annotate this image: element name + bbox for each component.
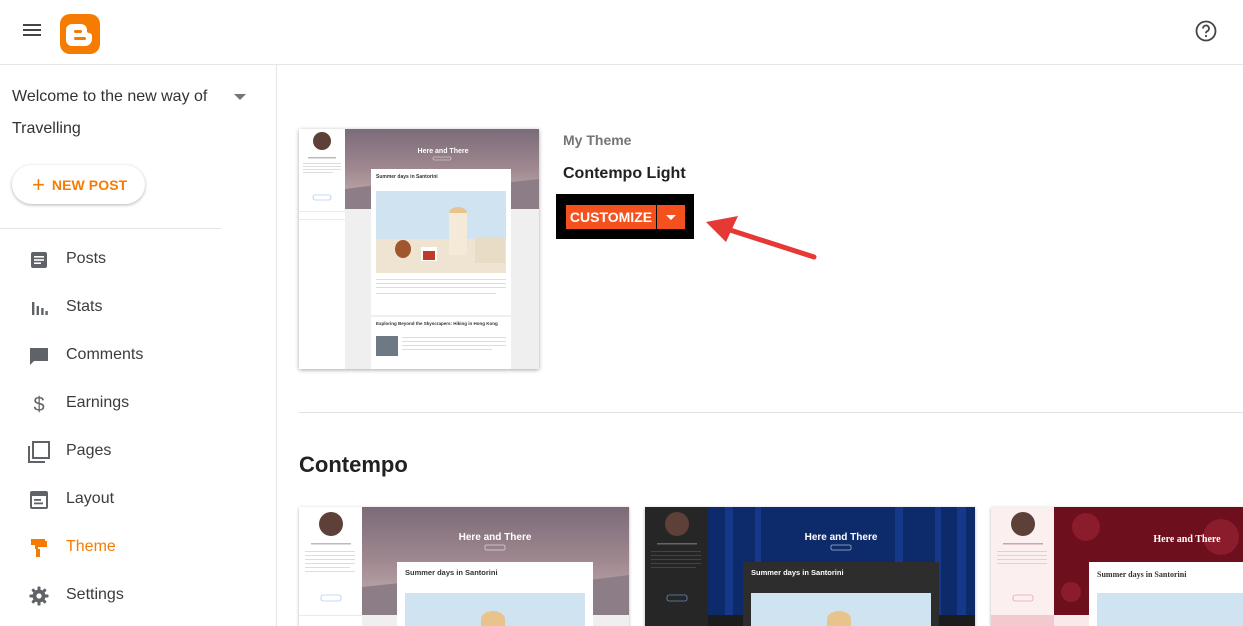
sidebar-item-label: Stats [66,298,103,315]
card-post-title: Summer days in Santorini [751,568,844,577]
posts-icon [31,252,47,268]
comments-icon [30,348,48,365]
sidebar-item-comments[interactable]: Comments [0,332,276,380]
current-theme-preview[interactable]: Here and There Summer days in Santorini … [299,129,539,369]
card-blog-name: Here and There [805,532,878,543]
caret-down-icon [234,94,246,100]
theme-card-light[interactable]: Here and There Summer days in Santorini [299,507,629,626]
sidebar-nav: Posts Stats Comments $ Earnings Pages La… [0,236,276,620]
svg-text:$: $ [33,394,44,416]
card-blog-name: Here and There [1153,534,1221,545]
theme-icon [31,539,47,557]
theme-preview-image: Here and There Summer days in Santorini … [299,129,539,369]
sidebar-item-stats[interactable]: Stats [0,284,276,332]
sidebar-item-posts[interactable]: Posts [0,236,276,284]
preview-post1-title: Summer days in Santorini [376,174,438,180]
gear-icon [29,586,49,606]
sidebar-item-label: Layout [66,490,115,507]
top-bar [0,0,1243,65]
card-post-title: Summer days in Santorini [405,568,498,577]
sidebar-item-label: Comments [66,346,144,363]
preview-blog-name: Here and There [418,148,469,155]
blogger-logo-icon[interactable] [60,14,100,54]
sidebar-item-pages[interactable]: Pages [0,428,276,476]
layout-icon [30,491,48,509]
section-title: Contempo [299,452,408,477]
sidebar-item-settings[interactable]: Settings [0,572,276,620]
sidebar-item-label: Posts [66,250,107,267]
sidebar-item-label: Theme [66,538,116,555]
customize-dropdown-button[interactable] [657,205,685,229]
sidebar-item-earnings[interactable]: $ Earnings [0,380,276,428]
new-post-button[interactable]: + NEW POST [12,165,145,204]
help-circle-icon[interactable] [1193,18,1219,44]
blog-title: Welcome to the new way of Travelling [12,88,208,137]
pages-icon [28,441,50,463]
main-content: Here and There Summer days in Santorini … [277,65,1243,626]
card-blog-name: Here and There [459,532,532,543]
divider [0,228,221,229]
blog-selector[interactable]: Welcome to the new way of Travelling [12,81,262,145]
theme-card-rose[interactable]: Here and There Summer days in Santorini [991,507,1243,626]
hamburger-menu-icon[interactable] [20,21,44,43]
annotation-arrow-icon [706,216,817,260]
theme-name: Contempo Light [563,165,686,182]
theme-card-dark[interactable]: Here and There Summer days in Santorini [645,507,975,626]
sidebar: Welcome to the new way of Travelling + N… [0,65,277,626]
dollar-icon: $ [33,394,44,416]
new-post-label: NEW POST [51,176,128,193]
divider [299,412,1243,413]
sidebar-item-label: Settings [66,586,124,603]
customize-button[interactable]: CUSTOMIZE [566,205,656,229]
preview-post2-title: Exploring Beyond the Skyscrapers: Hiking… [376,321,498,326]
sidebar-item-layout[interactable]: Layout [0,476,276,524]
plus-icon: + [32,171,45,197]
my-theme-label: My Theme [563,132,632,148]
sidebar-item-theme[interactable]: Theme [0,524,276,572]
sidebar-item-label: Pages [66,442,112,459]
card-post-title: Summer days in Santorini [1097,570,1187,579]
caret-down-icon [666,215,676,220]
sidebar-item-label: Earnings [66,394,130,411]
stats-icon [32,302,48,315]
